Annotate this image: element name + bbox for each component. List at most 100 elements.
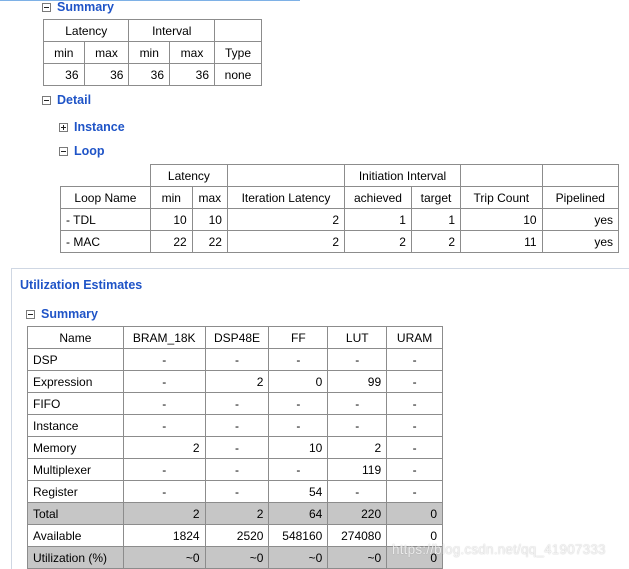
table-cell: - [327, 480, 388, 503]
loop-section-header[interactable]: Loop [59, 144, 105, 158]
table-cell: 2520 [204, 524, 270, 547]
column-header: Iteration Latency [226, 186, 346, 209]
table-row: Expression -2 0 99- [27, 370, 443, 393]
table-cell: - [386, 348, 443, 371]
column-header: min [149, 186, 193, 209]
expand-icon[interactable] [59, 122, 68, 132]
table-cell: - [204, 348, 270, 371]
table-row: Utilization (%) ~0 ~0 ~0 ~0 0 [27, 546, 443, 569]
column-header: Loop Name [60, 186, 151, 209]
table-cell: 2 [226, 208, 346, 231]
collapse-icon[interactable] [59, 146, 68, 156]
table-cell: - [122, 392, 206, 415]
column-header: max [191, 186, 228, 209]
table-cell: - [268, 458, 329, 481]
table-cell: 10 [460, 208, 543, 231]
summary-title: Summary [57, 0, 114, 14]
table-cell: - [386, 480, 443, 503]
table-cell: - MAC [60, 230, 151, 253]
table-row: Multiplexer - - -119- [27, 458, 443, 481]
table-cell: 54 [268, 480, 329, 503]
utilization-summary-title: Summary [41, 307, 98, 321]
column-header: max [169, 41, 215, 64]
table-cell: 0 [268, 370, 329, 393]
table-cell: - [386, 458, 443, 481]
collapse-icon[interactable] [26, 309, 35, 319]
table-cell: yes [541, 208, 620, 231]
column-header: target [410, 186, 462, 209]
table-cell: - [122, 348, 206, 371]
table-cell: 2 [226, 230, 346, 253]
column-header: DSP48E [204, 326, 270, 349]
row-label: Memory [27, 436, 124, 459]
column-header: min [43, 41, 85, 64]
column-header: Trip Count [460, 186, 543, 209]
table-cell: 10 [268, 436, 329, 459]
row-label: Utilization (%) [27, 546, 124, 569]
collapse-icon[interactable] [42, 2, 51, 12]
column-header: achieved [344, 186, 412, 209]
utilization-estimates-title: Utilization Estimates [20, 278, 143, 292]
table-row: Memory 2-10 2- [27, 436, 443, 459]
detail-section-header[interactable]: Detail [42, 93, 91, 107]
collapse-icon[interactable] [42, 95, 51, 105]
table-cell: - [204, 458, 270, 481]
group-header [214, 19, 262, 42]
group-header [60, 164, 151, 187]
watermark: https://blog.csdn.net/qq_41907333 [392, 542, 606, 557]
table-cell: 119 [327, 458, 388, 481]
table-cell: ~0 [327, 546, 388, 569]
table-cell: 36 [169, 63, 215, 86]
table-cell: - [204, 436, 270, 459]
table-cell: - [122, 414, 206, 437]
group-header [541, 164, 620, 187]
table-cell: 220 [327, 502, 388, 525]
row-label: Instance [27, 414, 124, 437]
group-header: Latency [42, 19, 130, 42]
row-label: Total [27, 502, 124, 525]
table-row: FIFO - - - - - [27, 392, 443, 415]
table-cell: 2 [204, 502, 270, 525]
column-header: Pipelined [541, 186, 620, 209]
table-cell: - [327, 414, 388, 437]
table-cell: - [268, 348, 329, 371]
column-header: min [128, 41, 170, 64]
table-cell: 22 [191, 230, 228, 253]
table-cell: 2 [344, 230, 412, 253]
table-cell: 0 [386, 502, 443, 525]
utilization-table-body: DSP - - - - - Expression -2 0 99- FIFO - - - - - Instanc… [27, 348, 443, 569]
column-header: Type [214, 41, 262, 64]
row-label: Expression [27, 370, 124, 393]
table-cell: - [204, 414, 270, 437]
table-cell: 36 [43, 63, 85, 86]
row-label: Register [27, 480, 124, 503]
row-label: Multiplexer [27, 458, 124, 481]
table-row: - MAC 22 22 2 2 2 11 yes [60, 230, 620, 253]
table-cell: 2 [204, 370, 270, 393]
table-row: Available 1824 2520 548160 274080 0 [27, 524, 443, 547]
table-cell: - [122, 458, 206, 481]
table-cell: 2 [410, 230, 462, 253]
instance-section-header[interactable]: Instance [59, 120, 125, 134]
table-row: Register - -54- - [27, 480, 443, 503]
loop-table: Latency Initiation Interval Loop Name mi… [60, 164, 620, 253]
table-cell: - [204, 480, 270, 503]
table-cell: 10 [149, 208, 193, 231]
table-cell: ~0 [122, 546, 206, 569]
table-cell: 548160 [268, 524, 329, 547]
table-cell: - [386, 392, 443, 415]
timing-summary-table: Latency Interval min max min max Type 36… [42, 19, 262, 86]
summary-section-header[interactable]: Summary [42, 0, 114, 14]
table-cell: none [214, 63, 262, 86]
loop-title: Loop [74, 144, 105, 158]
table-cell: - [327, 348, 388, 371]
table-cell: ~0 [268, 546, 329, 569]
table-cell: - [327, 392, 388, 415]
group-header [460, 164, 543, 187]
column-header: URAM [386, 326, 443, 349]
table-cell: - [122, 480, 206, 503]
table-cell: 274080 [327, 524, 388, 547]
utilization-summary-header[interactable]: Summary [26, 307, 98, 321]
table-cell: 1 [344, 208, 412, 231]
table-cell: - [386, 436, 443, 459]
